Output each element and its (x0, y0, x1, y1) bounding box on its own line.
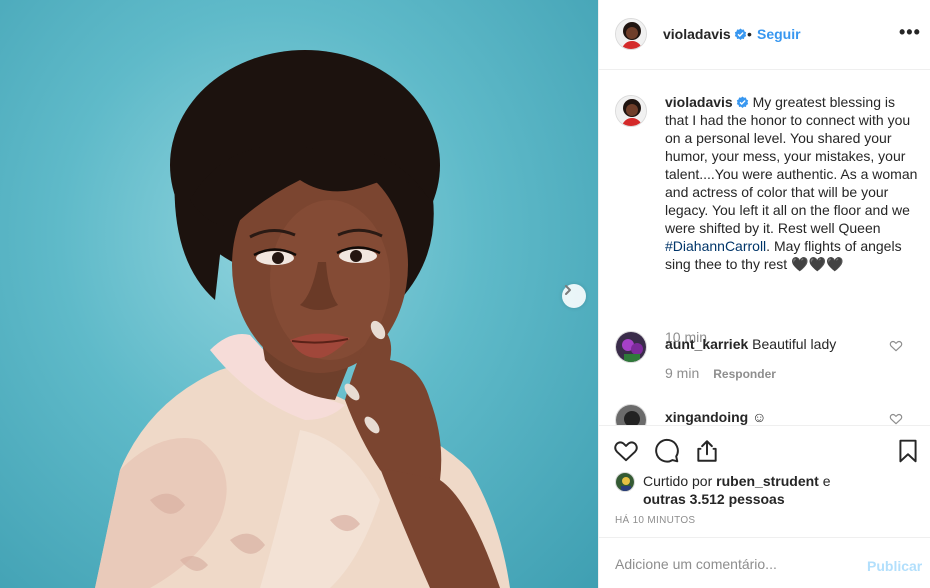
comment-body: ☺ (752, 409, 767, 425)
avatar[interactable] (615, 472, 635, 492)
post-actions: Curtido por ruben_strudent e outras 3.51… (599, 425, 930, 537)
caption-username[interactable]: violadavis (665, 94, 733, 110)
caption-text: violadavis My greatest blessing is that … (665, 93, 921, 273)
avatar[interactable] (615, 404, 647, 425)
likes-connector: e (818, 473, 831, 489)
avatar[interactable] (615, 331, 647, 363)
verified-badge-icon (734, 28, 746, 40)
comment-body: Beautiful lady (752, 336, 837, 352)
share-icon[interactable] (694, 438, 720, 464)
likes-prefix: Curtido por (643, 473, 717, 489)
post-header: violadavis • Seguir ••• (599, 0, 930, 70)
avatar[interactable] (615, 95, 647, 127)
post-username[interactable]: violadavis (663, 26, 747, 42)
user-avatar-icon (616, 96, 646, 126)
heart-icon[interactable] (613, 438, 639, 464)
user-avatar-icon (616, 19, 646, 49)
caption-emoji: 🖤🖤🖤 (791, 256, 844, 272)
comments-list[interactable]: violadavis My greatest blessing is that … (599, 71, 930, 425)
comment-bubble-icon[interactable] (654, 438, 680, 464)
username-text[interactable]: violadavis (663, 26, 731, 42)
publish-button[interactable]: Publicar (867, 558, 922, 574)
comment-timestamp[interactable]: 9 min (665, 365, 699, 381)
portrait-image (95, 50, 510, 588)
comment-text: xingandoing ☺ (665, 408, 885, 425)
chevron-right-icon (565, 285, 571, 295)
post-photo[interactable] (0, 0, 598, 588)
likes-text: Curtido por ruben_strudent e outras 3.51… (643, 472, 863, 508)
comment-text: aunt_karriek Beautiful lady (665, 335, 885, 353)
more-options-button[interactable]: ••• (899, 22, 921, 43)
liker-username[interactable]: ruben_strudent (716, 473, 819, 489)
commenter-avatar-icon (616, 332, 646, 362)
comment-input[interactable] (615, 554, 855, 574)
verified-badge-icon (736, 96, 748, 108)
commenter-avatar-icon (616, 405, 646, 425)
hashtag-link[interactable]: #DiahannCarroll (665, 238, 766, 254)
liker-avatar-icon (616, 473, 634, 491)
post-sidebar: violadavis • Seguir ••• violadavis My gr… (598, 0, 930, 588)
comment-username[interactable]: aunt_karriek (665, 336, 748, 352)
bookmark-icon[interactable] (895, 438, 921, 464)
follow-button[interactable]: Seguir (757, 26, 801, 42)
comment-meta: 9 min Responder (665, 365, 776, 381)
add-comment-bar: Publicar (599, 537, 930, 588)
next-photo-button[interactable] (562, 284, 586, 308)
heart-icon[interactable] (889, 412, 903, 425)
separator-dot: • (747, 26, 752, 42)
comment-username[interactable]: xingandoing (665, 409, 748, 425)
heart-icon[interactable] (889, 339, 903, 353)
caption-body-1: My greatest blessing is that I had the h… (665, 94, 918, 236)
reply-button[interactable]: Responder (713, 367, 776, 381)
likes-others-link[interactable]: outras 3.512 pessoas (643, 491, 785, 507)
post-timestamp[interactable]: HÁ 10 MINUTOS (615, 515, 695, 526)
avatar[interactable] (615, 18, 647, 50)
